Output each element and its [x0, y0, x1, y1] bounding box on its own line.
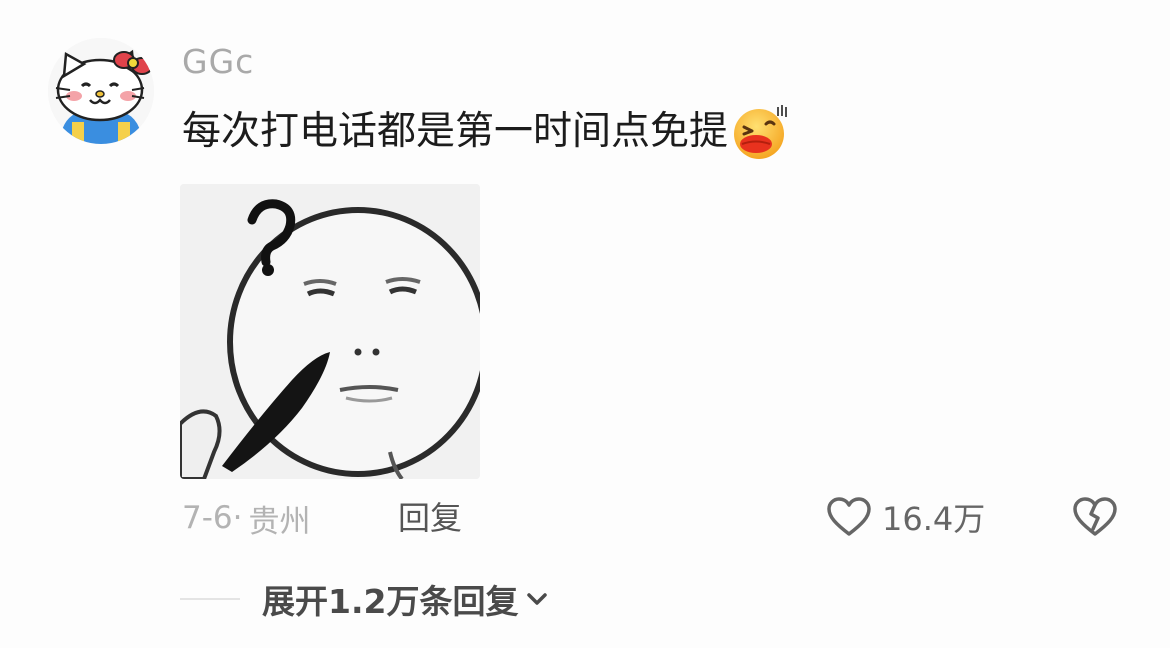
avatar[interactable] [48, 38, 154, 144]
expand-replies-label: 展开1.2万条回复 [262, 582, 519, 621]
laughing-face-emoji-icon [734, 105, 787, 159]
comment-meta: 7-6· 贵州 [182, 496, 311, 540]
comment-text: 每次打电话都是第一时间点免提 [182, 109, 729, 154]
heart-outline-icon [827, 497, 871, 536]
reply-button[interactable]: 回复 [398, 496, 462, 540]
comment-date: 7-6· [182, 500, 243, 536]
hello-kitty-avatar-icon [48, 38, 154, 144]
divider-line [180, 598, 240, 600]
comment-item: GGc 每次打电话都是第一时间点免提 7-6· 贵州 回复 16.4万 展开1.… [0, 0, 1170, 648]
like-count: 16.4万 [882, 500, 986, 538]
chevron-down-icon [527, 593, 548, 605]
like-button[interactable]: 16.4万 [826, 494, 985, 540]
confused-face-meme-sticker-icon [180, 184, 480, 479]
sticker-image[interactable] [180, 184, 480, 479]
broken-heart-icon[interactable] [1072, 496, 1118, 538]
username[interactable]: GGc [182, 40, 254, 84]
comment-content: 每次打电话都是第一时间点免提 [182, 104, 790, 160]
expand-replies-button[interactable]: 展开1.2万条回复 [180, 576, 548, 622]
comment-location: 贵州 [248, 503, 311, 540]
